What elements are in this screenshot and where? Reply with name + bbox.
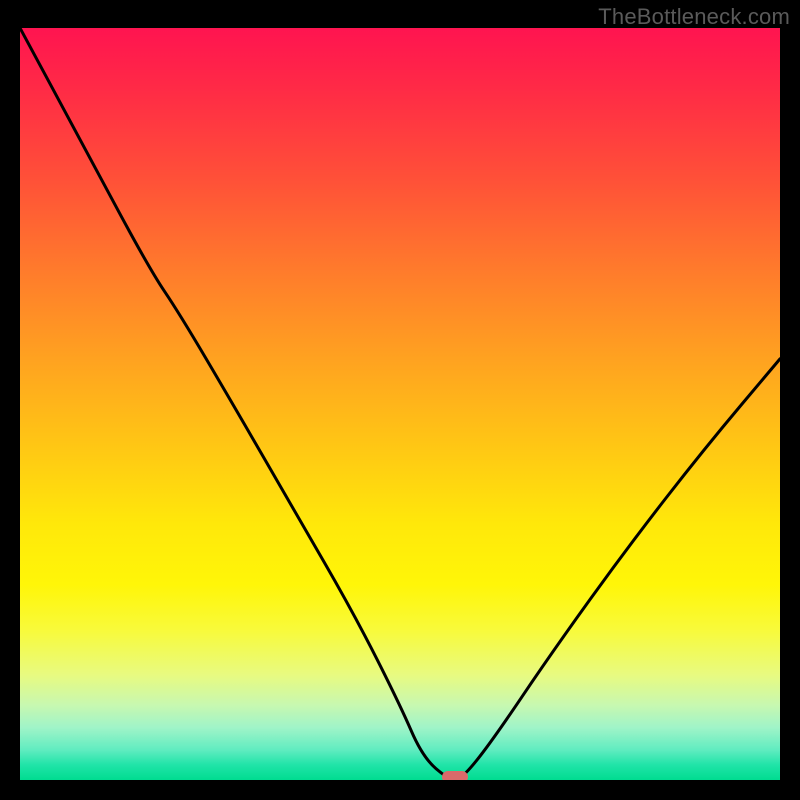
chart-curve (20, 28, 780, 780)
bottleneck-curve-path (20, 28, 780, 780)
chart-plot-area (20, 28, 780, 780)
watermark-text: TheBottleneck.com (598, 4, 790, 30)
optimum-marker (442, 771, 468, 780)
